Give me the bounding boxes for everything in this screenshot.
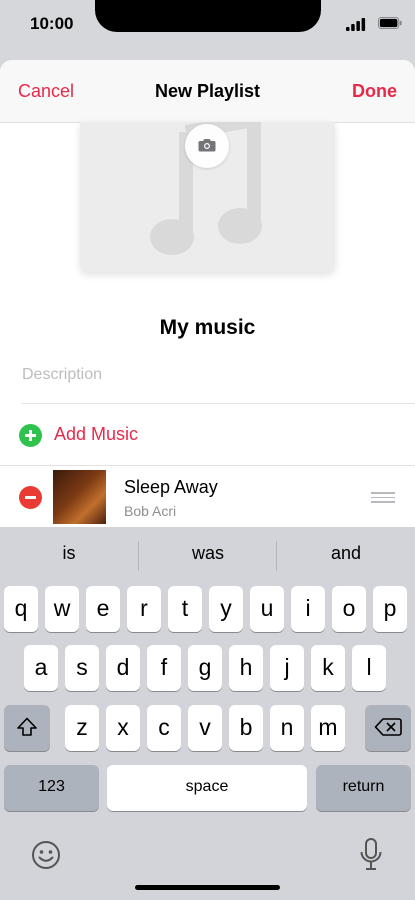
add-music-label: Add Music (54, 424, 139, 444)
suggestion-2[interactable]: was (139, 543, 277, 564)
song-title: Sleep Away (124, 477, 218, 497)
delete-key[interactable] (365, 705, 411, 751)
reorder-handle-icon[interactable] (371, 492, 395, 504)
new-playlist-sheet: Cancel New Playlist Done My music Descri… (0, 60, 415, 530)
key-d[interactable]: d (106, 645, 140, 691)
space-key[interactable]: space (107, 765, 307, 811)
divider (22, 403, 415, 404)
playlist-artwork[interactable] (80, 122, 335, 272)
key-z[interactable]: z (65, 705, 99, 751)
suggestion-bar: is was and (0, 527, 415, 583)
playlist-name[interactable]: My music (0, 316, 415, 340)
song-artist: Bob Acri (124, 503, 177, 519)
description-field[interactable]: Description (22, 366, 102, 384)
microphone-icon[interactable] (358, 837, 384, 873)
nav-bar: Cancel New Playlist Done (0, 60, 415, 123)
song-row[interactable]: Sleep Away Bob Acri (0, 466, 415, 530)
return-key[interactable]: return (316, 765, 411, 811)
keyboard: is was and q w e r t y u i o p a s d f g… (0, 527, 415, 900)
key-g[interactable]: g (188, 645, 222, 691)
key-e[interactable]: e (86, 586, 120, 632)
key-t[interactable]: t (168, 586, 202, 632)
shift-arrow-icon (17, 717, 37, 736)
key-k[interactable]: k (311, 645, 345, 691)
battery-icon (378, 17, 402, 29)
key-x[interactable]: x (106, 705, 140, 751)
suggestion-3[interactable]: and (277, 543, 415, 564)
status-bar: 10:00 (0, 0, 415, 50)
key-i[interactable]: i (291, 586, 325, 632)
shift-key[interactable] (4, 705, 50, 751)
key-o[interactable]: o (332, 586, 366, 632)
done-button[interactable]: Done (352, 81, 397, 102)
camera-icon (198, 139, 216, 152)
numbers-key[interactable]: 123 (4, 765, 99, 811)
suggestion-1[interactable]: is (0, 543, 138, 564)
key-y[interactable]: y (209, 586, 243, 632)
key-p[interactable]: p (373, 586, 407, 632)
key-u[interactable]: u (250, 586, 284, 632)
key-l[interactable]: l (352, 645, 386, 691)
key-a[interactable]: a (24, 645, 58, 691)
key-q[interactable]: q (4, 586, 38, 632)
add-circle-icon (19, 424, 42, 447)
home-indicator[interactable] (135, 885, 280, 890)
key-j[interactable]: j (270, 645, 304, 691)
key-b[interactable]: b (229, 705, 263, 751)
phone-screen: 10:00 Cancel New Playlist Done My music … (0, 0, 415, 900)
remove-circle-icon[interactable] (19, 486, 42, 509)
emoji-icon[interactable] (30, 839, 62, 871)
key-f[interactable]: f (147, 645, 181, 691)
key-m[interactable]: m (311, 705, 345, 751)
key-n[interactable]: n (270, 705, 304, 751)
cellular-signal-icon (346, 18, 366, 31)
camera-button[interactable] (185, 124, 229, 168)
status-time: 10:00 (30, 14, 74, 33)
backspace-icon (374, 718, 402, 736)
notch (95, 0, 321, 32)
add-music-row[interactable]: Add Music (0, 420, 415, 450)
key-r[interactable]: r (127, 586, 161, 632)
key-c[interactable]: c (147, 705, 181, 751)
album-art-thumbnail (53, 470, 106, 524)
key-s[interactable]: s (65, 645, 99, 691)
key-h[interactable]: h (229, 645, 263, 691)
key-v[interactable]: v (188, 705, 222, 751)
key-w[interactable]: w (45, 586, 79, 632)
